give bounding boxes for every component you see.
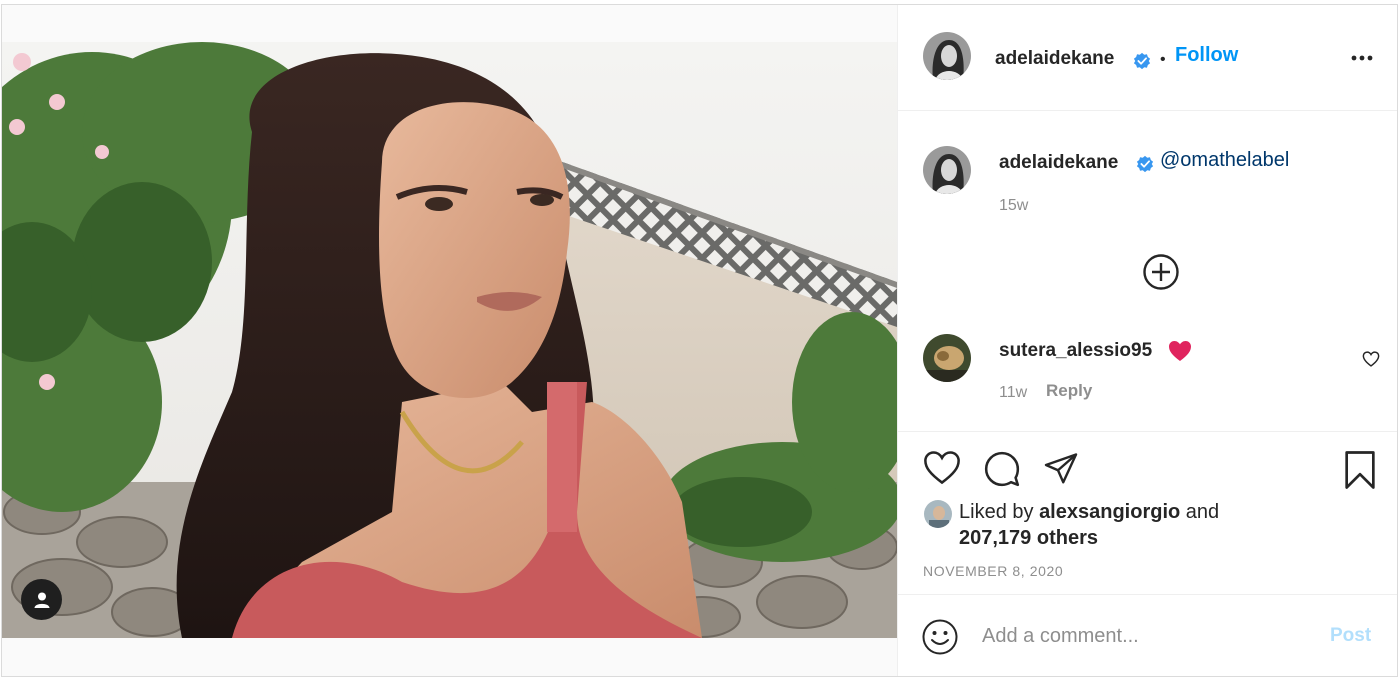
post-header: adelaidekane • Follow bbox=[898, 5, 1397, 111]
caption-author-avatar[interactable] bbox=[923, 146, 971, 194]
tagged-users-button[interactable] bbox=[21, 579, 62, 620]
comment-like-icon[interactable] bbox=[1362, 351, 1380, 367]
post-modal: adelaidekane • Follow adelaidekane @omat… bbox=[1, 4, 1398, 677]
commenter-avatar-image bbox=[923, 334, 971, 382]
red-heart-emoji-icon bbox=[1169, 341, 1191, 361]
action-bar-divider bbox=[898, 431, 1397, 432]
comment-time[interactable]: 11w bbox=[999, 384, 1027, 402]
post-date[interactable]: NOVEMBER 8, 2020 bbox=[923, 563, 1063, 579]
share-icon[interactable] bbox=[1042, 450, 1080, 486]
caption-time[interactable]: 15w bbox=[999, 197, 1028, 215]
caption-avatar-image bbox=[923, 146, 971, 194]
author-avatar[interactable] bbox=[923, 32, 971, 80]
caption-username[interactable]: adelaidekane bbox=[999, 152, 1118, 174]
caption-mention-link[interactable]: @omathelabel bbox=[1160, 149, 1289, 172]
header-separator: • bbox=[1160, 51, 1166, 68]
photo-illustration bbox=[2, 42, 897, 638]
comment-icon[interactable] bbox=[983, 450, 1021, 488]
post-photo[interactable] bbox=[2, 42, 897, 638]
comment-form: Post bbox=[898, 594, 1397, 676]
tagged-user-icon bbox=[34, 592, 49, 608]
follow-button[interactable]: Follow bbox=[1175, 44, 1238, 67]
likes-count-link[interactable]: 207,179 others bbox=[959, 527, 1098, 550]
liked-by-text: Liked by alexsangiorgio and bbox=[959, 501, 1219, 524]
liked-by-prefix: Liked by bbox=[959, 501, 1034, 523]
post-media bbox=[2, 5, 897, 676]
liker-avatar[interactable] bbox=[923, 499, 953, 529]
comment-input[interactable] bbox=[982, 621, 1302, 651]
save-icon[interactable] bbox=[1343, 450, 1377, 490]
emoji-icon[interactable] bbox=[922, 619, 958, 655]
liked-by-conjunction: and bbox=[1185, 501, 1220, 523]
verified-badge-icon bbox=[1136, 155, 1154, 173]
author-avatar-image bbox=[923, 32, 971, 80]
author-username[interactable]: adelaidekane bbox=[995, 48, 1114, 70]
verified-badge-icon bbox=[1133, 52, 1151, 70]
more-options-icon[interactable] bbox=[1350, 53, 1374, 63]
post-side-panel: adelaidekane • Follow adelaidekane @omat… bbox=[897, 5, 1397, 676]
reply-button[interactable]: Reply bbox=[1046, 381, 1092, 401]
liker-username-link[interactable]: alexsangiorgio bbox=[1039, 501, 1180, 523]
like-icon[interactable] bbox=[923, 450, 961, 485]
load-more-comments-icon[interactable] bbox=[1142, 253, 1180, 291]
post-comment-button[interactable]: Post bbox=[1330, 625, 1371, 647]
commenter-avatar[interactable] bbox=[923, 334, 971, 382]
liker-avatar-image bbox=[924, 500, 952, 528]
commenter-username[interactable]: sutera_alessio95 bbox=[999, 340, 1152, 362]
